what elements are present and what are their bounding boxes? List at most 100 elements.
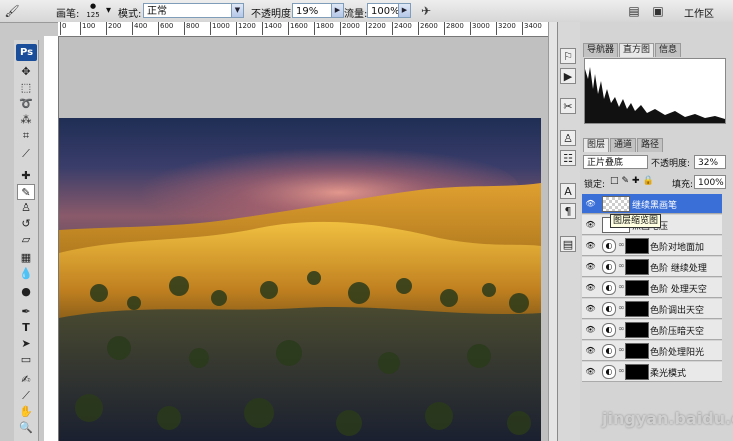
blur-tool-icon[interactable]: 💧	[17, 266, 35, 282]
lasso-tool-icon[interactable]: ➰	[17, 96, 35, 112]
layer-mask-thumbnail[interactable]	[625, 364, 649, 380]
link-icon: ∞	[618, 324, 625, 333]
flow-slider-button[interactable]: ▶	[398, 3, 411, 18]
link-icon: ∞	[618, 282, 625, 291]
workspace-button[interactable]: 工作区	[684, 5, 714, 20]
magic-wand-tool-icon[interactable]: ⁂	[17, 112, 35, 128]
zoom-tool-icon[interactable]: 🔍	[17, 420, 35, 436]
eyedropper-tool-icon[interactable]: ⟋	[17, 146, 35, 162]
eye-icon[interactable]: 👁	[585, 219, 596, 230]
actions-icon[interactable]: ▶	[560, 68, 576, 84]
landscape-photo[interactable]	[59, 118, 541, 441]
brush-tool-icon[interactable]: ✎	[17, 184, 35, 200]
character-icon[interactable]: A	[560, 183, 576, 199]
crop-tool-icon[interactable]: ⌗	[17, 128, 35, 144]
blend-mode-select[interactable]: 正片叠底	[583, 155, 648, 169]
tab-navigator[interactable]: 导航器	[583, 43, 619, 57]
layer-thumbnail[interactable]	[602, 196, 630, 212]
layer-row[interactable]: 👁 ◐ ∞ 色阶 继续处理	[582, 257, 722, 277]
layer-row[interactable]: 👁 ◐ ∞ 色阶对地面加	[582, 236, 722, 256]
ruler-tick: 2200	[366, 22, 386, 35]
clone-source-icon[interactable]: ♙	[560, 130, 576, 146]
opacity-slider-button[interactable]: ▶	[331, 3, 344, 18]
hand-tool-icon[interactable]: ✋	[17, 404, 35, 420]
move-tool-icon[interactable]: ✥	[17, 64, 35, 80]
eyedropper-sample-icon[interactable]: ⟋	[17, 388, 35, 404]
eye-icon[interactable]: 👁	[585, 261, 596, 272]
brush-size: 125	[86, 11, 100, 19]
eye-icon[interactable]: 👁	[585, 324, 596, 335]
flow-input[interactable]: 100%	[367, 3, 400, 18]
screen-mode-icon[interactable]: ▣	[650, 3, 666, 19]
layer-row[interactable]: 👁 ◐ ∞ 色阶调出天空	[582, 299, 722, 319]
layer-row[interactable]: 👁 ◐ ∞ 柔光模式	[582, 362, 722, 382]
shape-tool-icon[interactable]: ▭	[17, 352, 35, 368]
layer-row[interactable]: 👁 ◐ ∞ 色阶 处理天空	[582, 278, 722, 298]
pen-tool-icon[interactable]: ✒	[17, 304, 35, 320]
history-brush-tool-icon[interactable]: ↺	[17, 216, 35, 232]
ruler-tick: 1600	[288, 22, 308, 35]
layer-mask-thumbnail[interactable]	[625, 280, 649, 296]
lock-icons[interactable]: □✎✚🔒	[610, 176, 657, 186]
eye-icon[interactable]: 👁	[585, 366, 596, 377]
eye-icon[interactable]: 👁	[585, 198, 596, 209]
dodge-tool-icon[interactable]: ●	[17, 284, 35, 300]
ps-logo: Ps	[16, 44, 37, 61]
ruler-tick: 1000	[210, 22, 230, 35]
adjustment-icon: ◐	[602, 239, 616, 253]
layer-row[interactable]: 👁 继续黑画笔	[582, 194, 722, 214]
gradient-tool-icon[interactable]: ▦	[17, 250, 35, 266]
layer-mask-thumbnail[interactable]	[625, 238, 649, 254]
tab-paths[interactable]: 路径	[637, 138, 664, 152]
healing-brush-tool-icon[interactable]: ✚	[17, 168, 35, 184]
clone-stamp-tool-icon[interactable]: ♙	[17, 200, 35, 216]
horizontal-ruler: 0 100 200 400 600 800 1000 1200 1400 1600 1800 2000…	[58, 22, 548, 37]
layer-name: 色阶调出天空	[650, 306, 705, 316]
layer-mask-thumbnail[interactable]	[625, 301, 649, 317]
fill-input[interactable]: 100%	[694, 175, 726, 189]
layer-opacity-label: 不透明度:	[651, 159, 691, 169]
tab-layers[interactable]: 图层	[583, 138, 610, 152]
eye-icon[interactable]: 👁	[585, 240, 596, 251]
type-tool-icon[interactable]: T	[17, 320, 35, 336]
airbrush-icon[interactable]: ✈	[418, 3, 434, 19]
lock-label: 锁定:	[584, 180, 606, 190]
tab-info[interactable]: 信息	[655, 43, 682, 57]
eye-icon[interactable]: 👁	[585, 303, 596, 314]
layer-name: 继续黑画笔	[632, 201, 678, 211]
layer-comps-icon[interactable]: ▤	[560, 236, 576, 252]
chevron-down-icon[interactable]: ▾	[106, 5, 111, 16]
histogram-chart	[584, 58, 726, 124]
tools-preset-icon[interactable]: ✂	[560, 98, 576, 114]
vertical-ruler	[44, 36, 59, 441]
link-icon: ∞	[618, 240, 625, 249]
ruler-tick: 100	[80, 22, 95, 35]
eye-icon[interactable]: 👁	[585, 282, 596, 293]
brush-tool-icon[interactable]: 🖌	[4, 3, 20, 19]
layer-row[interactable]: 👁 ◐ ∞ 色阶处理阳光	[582, 341, 722, 361]
notes-tool-icon[interactable]: ✍	[17, 372, 35, 388]
ruler-tick: 2800	[444, 22, 464, 35]
opacity-input[interactable]: 19%	[292, 3, 332, 18]
mode-dropdown-button[interactable]: ▼	[231, 3, 244, 18]
brush-preset-picker[interactable]: ● 125	[82, 2, 104, 20]
eye-icon[interactable]: 👁	[585, 345, 596, 356]
stamp-icon[interactable]: ☷	[560, 150, 576, 166]
path-selection-tool-icon[interactable]: ➤	[17, 336, 35, 352]
layer-row[interactable]: 👁 ◐ ∞ 色阶压暗天空	[582, 320, 722, 340]
tab-histogram[interactable]: 直方图	[619, 43, 655, 57]
paragraph-icon[interactable]: ¶	[560, 203, 576, 219]
ruler-tick: 2600	[418, 22, 438, 35]
layer-thumbnail-tooltip: 图层缩览图	[610, 214, 662, 228]
layer-opacity-input[interactable]: 32%	[694, 155, 726, 169]
layer-mask-thumbnail[interactable]	[625, 322, 649, 338]
layer-mask-thumbnail[interactable]	[625, 259, 649, 275]
mode-select[interactable]: 正常	[143, 3, 233, 18]
layer-mask-thumbnail[interactable]	[625, 343, 649, 359]
ruler-tick: 400	[132, 22, 147, 35]
eraser-tool-icon[interactable]: ▱	[17, 232, 35, 248]
document-icon[interactable]: ▤	[626, 3, 642, 19]
tab-channels[interactable]: 通道	[610, 138, 637, 152]
marquee-tool-icon[interactable]: ⬚	[17, 80, 35, 96]
navigator-icon[interactable]: ⚐	[560, 48, 576, 64]
